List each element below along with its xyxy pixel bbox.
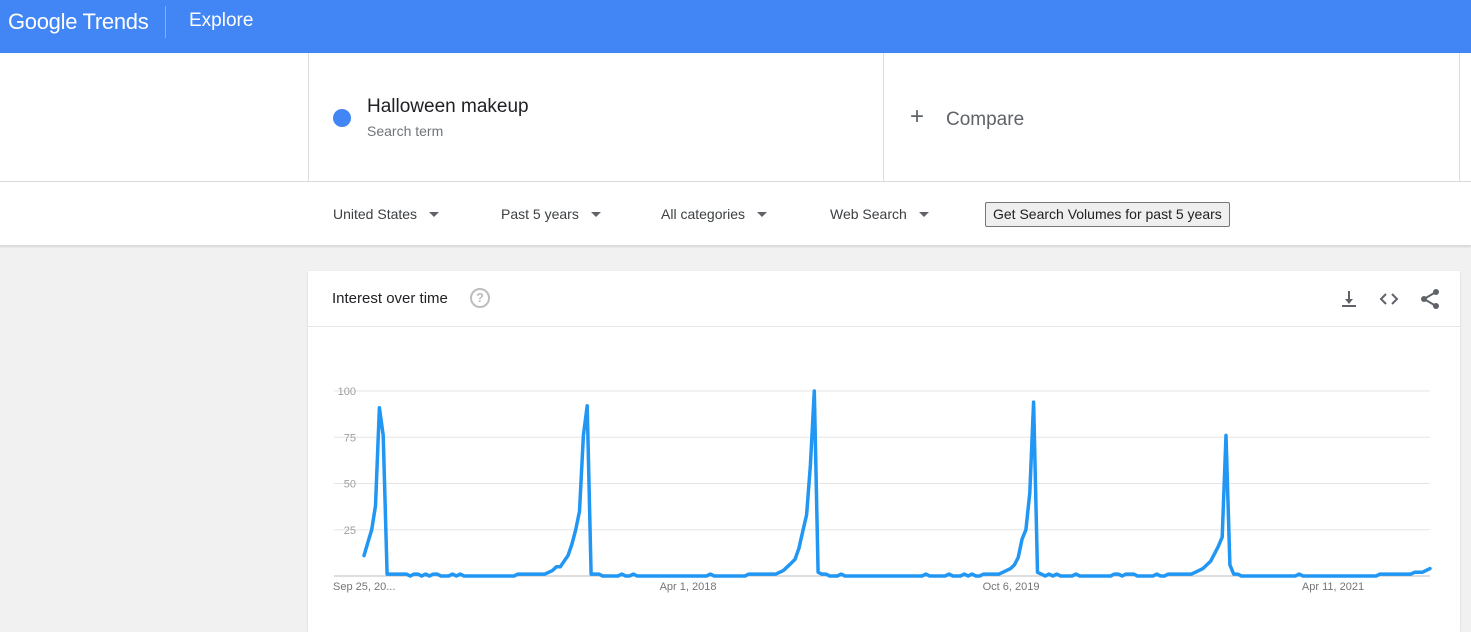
x-tick-label: Sep 25, 20... bbox=[333, 581, 395, 593]
region-label: United States bbox=[333, 206, 418, 222]
y-tick-label: 100 bbox=[338, 386, 356, 398]
page-title: Explore bbox=[189, 10, 254, 31]
search-term-name[interactable]: Halloween makeup bbox=[367, 96, 529, 118]
x-tick-label: Apr 11, 2021 bbox=[1302, 581, 1364, 593]
caret-down-icon bbox=[590, 211, 601, 217]
region-dropdown[interactable]: United States bbox=[333, 206, 440, 222]
filter-bar: United States Past 5 years All categorie… bbox=[0, 182, 1471, 246]
x-tick-label: Oct 6, 2019 bbox=[983, 581, 1040, 593]
search-type-label: Web Search bbox=[830, 206, 907, 222]
category-label: All categories bbox=[661, 206, 746, 222]
caret-down-icon bbox=[918, 211, 929, 217]
compare-label: Compare bbox=[946, 109, 1025, 130]
x-tick-label: Apr 1, 2018 bbox=[660, 581, 717, 593]
y-tick-label: 25 bbox=[344, 525, 356, 537]
search-term-type: Search term bbox=[367, 123, 444, 139]
search-type-dropdown[interactable]: Web Search bbox=[830, 206, 929, 222]
y-tick-label: 75 bbox=[344, 432, 356, 444]
caret-down-icon bbox=[429, 211, 440, 217]
plus-icon: + bbox=[910, 103, 925, 130]
search-term-band: Halloween makeup Search term + Compare bbox=[0, 53, 1471, 182]
google-trends-logo[interactable]: Google Trends bbox=[8, 9, 149, 35]
search-term-card[interactable]: Halloween makeup Search term bbox=[308, 53, 884, 181]
time-range-dropdown[interactable]: Past 5 years bbox=[501, 206, 601, 222]
interest-over-time-card: Interest over time ? 25 50 75 100 Sep 25, 20… bbox=[308, 271, 1460, 632]
time-range-label: Past 5 years bbox=[501, 206, 579, 222]
top-app-bar: Google Trends Explore bbox=[0, 0, 1471, 53]
compare-button[interactable]: + Compare bbox=[884, 53, 1460, 181]
get-search-volumes-button[interactable]: Get Search Volumes for past 5 years bbox=[985, 202, 1230, 227]
caret-down-icon bbox=[757, 211, 768, 217]
header-divider bbox=[165, 6, 166, 38]
category-dropdown[interactable]: All categories bbox=[661, 206, 768, 222]
series-color-dot bbox=[333, 109, 351, 127]
y-tick-label: 50 bbox=[344, 479, 356, 491]
interest-over-time-chart: 25 50 75 100 Sep 25, 20... Apr 1, 2018 Oct 6, … bbox=[333, 386, 1432, 593]
